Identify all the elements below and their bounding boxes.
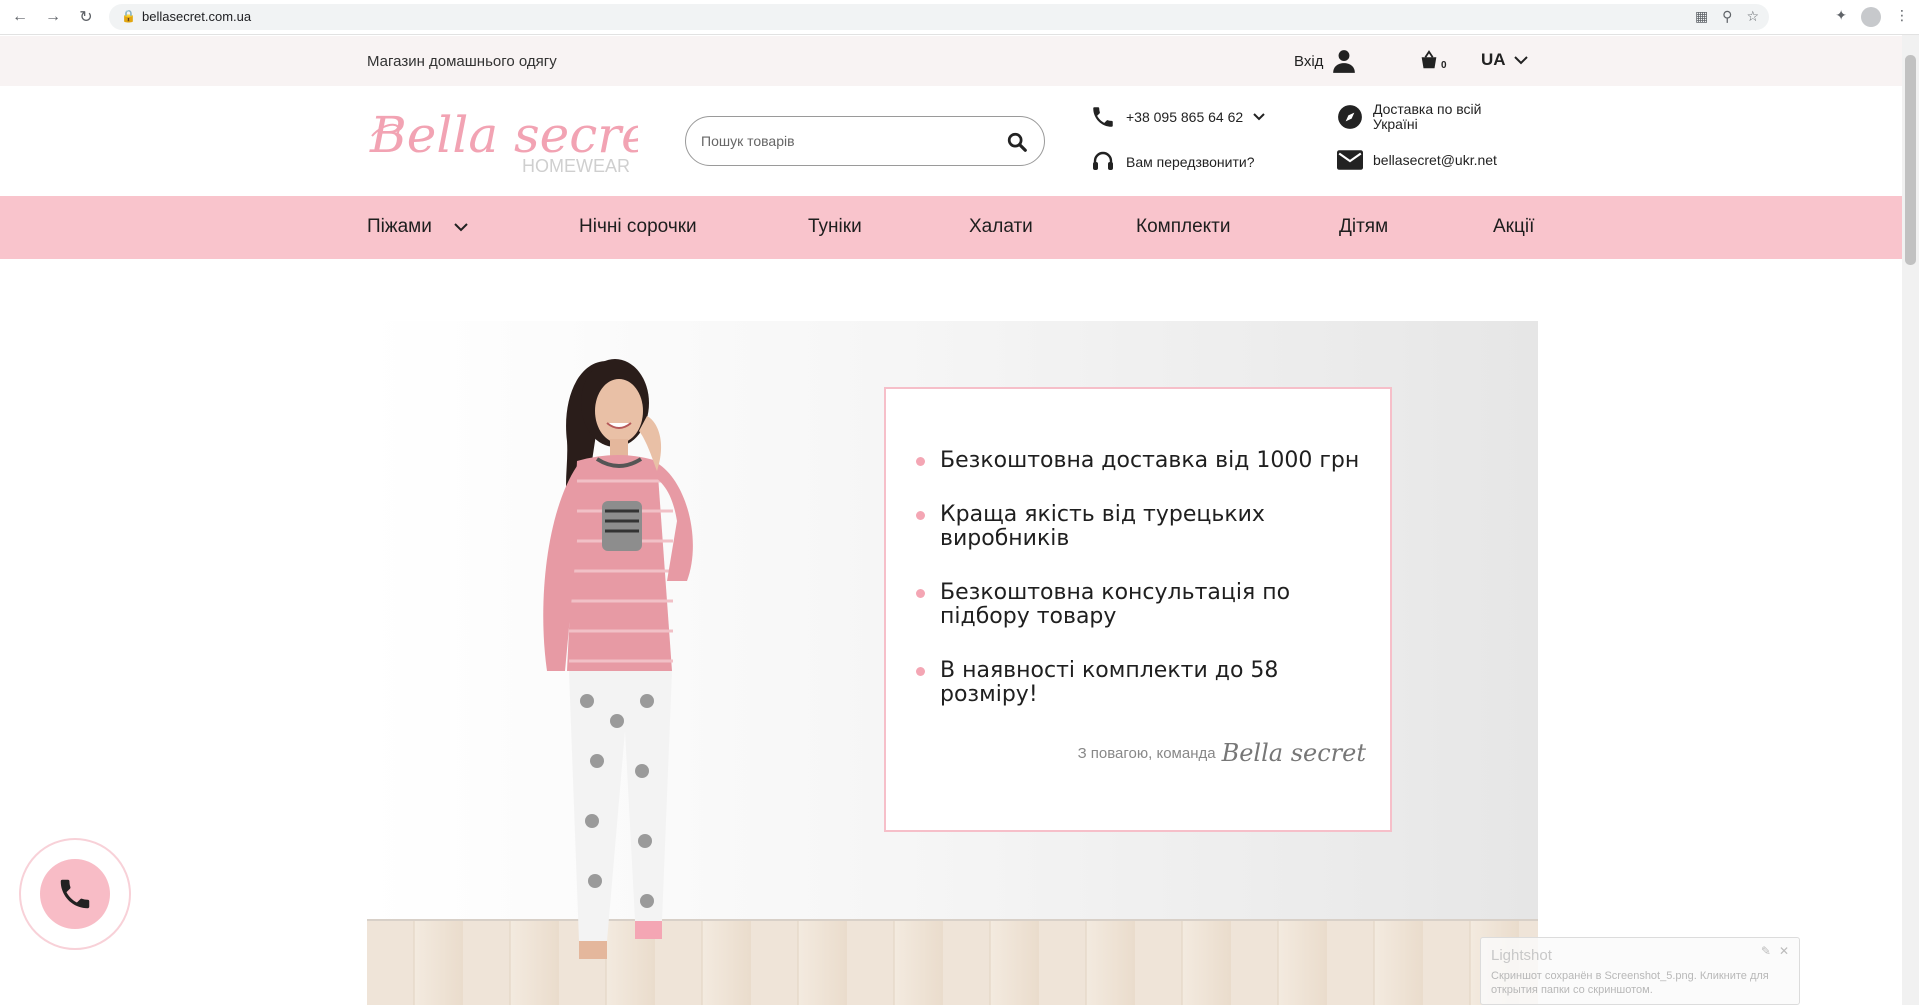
lightshot-notification[interactable]: Lightshot ✎ ✕ Скриншот сохранён в Screen…	[1480, 937, 1800, 1005]
bullet-dot	[916, 667, 925, 676]
user-icon	[1333, 50, 1356, 73]
promo-card: Безкоштовна доставка від 1000 грн Краща …	[884, 387, 1392, 832]
login-link[interactable]: Вхід	[1294, 48, 1357, 74]
main-nav: Піжами Нічні сорочки Туніки Халати Компл…	[0, 196, 1902, 259]
phone-contact[interactable]: +38 095 865 64 62	[1090, 104, 1265, 130]
search-input[interactable]	[701, 130, 991, 152]
model-photo	[543, 359, 693, 959]
search-icon[interactable]	[1006, 131, 1028, 153]
signature: З повагою, команда Bella secret	[1078, 739, 1366, 767]
store-tagline: Магазин домашнього одягу	[367, 53, 557, 70]
callback-link[interactable]: Вам передзвонити?	[1090, 149, 1255, 175]
nav-item-tunics[interactable]: Туніки	[808, 216, 862, 238]
call-button-circle[interactable]	[40, 859, 110, 929]
nav-item-label: Туніки	[808, 216, 862, 237]
close-icon[interactable]: ✕	[1779, 944, 1789, 958]
benefit-text: Безкоштовна консультація по	[940, 580, 1291, 605]
login-label: Вхід	[1294, 52, 1324, 70]
benefit-item: В наявності комплекти до 58 розміру!	[916, 659, 1376, 707]
star-icon[interactable]: ☆	[1746, 8, 1759, 25]
zoom-icon[interactable]: ⚲	[1722, 8, 1732, 25]
email-contact[interactable]: bellasecret@ukr.net	[1337, 150, 1497, 170]
bullet-dot	[916, 457, 925, 466]
bullet-dot	[916, 589, 925, 598]
site-header: Bella secret HOMEWEAR +38 095 865 64 62 …	[0, 86, 1902, 196]
hero-banner[interactable]: Безкоштовна доставка від 1000 грн Краща …	[367, 321, 1538, 1005]
back-icon[interactable]: ←	[10, 7, 30, 27]
nav-item-robes[interactable]: Халати	[969, 216, 1033, 238]
delivery-info: Доставка по всій Україні	[1337, 102, 1481, 132]
language-selector[interactable]: UA	[1481, 50, 1528, 70]
nav-item-label: Дітям	[1339, 216, 1389, 237]
nav-item-label: Акції	[1493, 216, 1535, 237]
notification-message[interactable]: Скриншот сохранён в Screenshot_5.png. Кл…	[1491, 969, 1791, 997]
profile-icon[interactable]	[1861, 7, 1881, 27]
signature-prefix: З повагою, команда	[1077, 744, 1216, 762]
website: Магазин домашнього одягу Вхід 0 UA Bella…	[0, 36, 1902, 1005]
benefits-list: Безкоштовна доставка від 1000 грн Краща …	[916, 449, 1376, 737]
top-bar: Магазин домашнього одягу Вхід 0 UA	[0, 36, 1902, 86]
logo-sub: HOMEWEAR	[522, 156, 630, 176]
pin-icon[interactable]: ✎	[1761, 944, 1771, 958]
phone-icon	[1093, 107, 1113, 127]
nav-item-label: Халати	[969, 216, 1033, 237]
cart-count: 0	[1441, 60, 1447, 71]
extensions-icon[interactable]: ✦	[1835, 7, 1847, 27]
forward-icon[interactable]: →	[43, 7, 63, 27]
nav-item-nightgowns[interactable]: Нічні сорочки	[579, 216, 697, 238]
lock-icon: 🔒	[121, 9, 136, 23]
search-box[interactable]	[685, 116, 1045, 166]
chevron-down-icon[interactable]	[1253, 113, 1265, 121]
phone-icon	[60, 879, 90, 909]
benefit-item: Безкоштовна консультація по підбору това…	[916, 581, 1376, 629]
cart-icon	[1421, 50, 1437, 69]
notification-title: Lightshot	[1491, 947, 1552, 964]
benefit-item: Безкоштовна доставка від 1000 грн	[916, 449, 1376, 473]
nav-item-label: Комплекти	[1136, 216, 1231, 237]
translate-icon[interactable]: ▦	[1695, 8, 1708, 25]
scrollbar-thumb[interactable]	[1905, 55, 1916, 265]
phone-number[interactable]: +38 095 865 64 62	[1126, 109, 1243, 125]
address-bar[interactable]: 🔒 bellasecret.com.ua ▦ ⚲ ☆	[109, 4, 1769, 30]
floating-call-button[interactable]	[19, 838, 131, 950]
benefit-text: Безкоштовна доставка від 1000 грн	[940, 448, 1360, 473]
browser-toolbar: ← → ↻ 🔒 bellasecret.com.ua ▦ ⚲ ☆ ✦ ⋮	[0, 0, 1919, 35]
chevron-down-icon	[1513, 56, 1528, 65]
menu-icon[interactable]: ⋮	[1895, 7, 1909, 27]
reload-icon[interactable]: ↻	[76, 7, 96, 27]
mail-icon	[1337, 150, 1363, 170]
email-address[interactable]: bellasecret@ukr.net	[1373, 152, 1497, 168]
nav-item-sets[interactable]: Комплекти	[1136, 216, 1230, 238]
benefit-item: Краща якість від турецьких виробників	[916, 503, 1376, 551]
callback-label[interactable]: Вам передзвонити?	[1126, 154, 1255, 170]
address-url[interactable]: bellasecret.com.ua	[142, 9, 251, 24]
benefit-text-cont: підбору товару	[940, 604, 1117, 629]
nav-item-label: Нічні сорочки	[579, 216, 697, 237]
site-logo[interactable]: Bella secret HOMEWEAR	[366, 106, 672, 178]
language-label: UA	[1481, 50, 1506, 69]
bullet-dot	[916, 511, 925, 520]
delivery-line1: Доставка по всій	[1373, 101, 1482, 117]
nav-item-sales[interactable]: Акції	[1493, 216, 1534, 238]
logo-graphic: Bella secret HOMEWEAR	[369, 106, 672, 176]
nav-item-label: Піжами	[367, 216, 432, 237]
nav-item-pyjamas[interactable]: Піжами	[367, 216, 468, 238]
nav-item-kids[interactable]: Дітям	[1339, 216, 1388, 238]
page-scrollbar[interactable]	[1902, 35, 1919, 1005]
headset-icon	[1093, 151, 1113, 170]
chevron-down-icon[interactable]	[454, 222, 468, 232]
benefit-text-cont: виробників	[940, 526, 1070, 551]
delivery-line2: Україні	[1373, 116, 1418, 132]
compass-icon	[1338, 105, 1362, 129]
benefit-text: В наявності комплекти до 58 розміру!	[940, 658, 1279, 707]
benefit-text: Краща якість від турецьких	[940, 502, 1265, 527]
signature-brand: Bella secret	[1221, 739, 1366, 767]
cart-button[interactable]: 0	[1418, 49, 1447, 71]
